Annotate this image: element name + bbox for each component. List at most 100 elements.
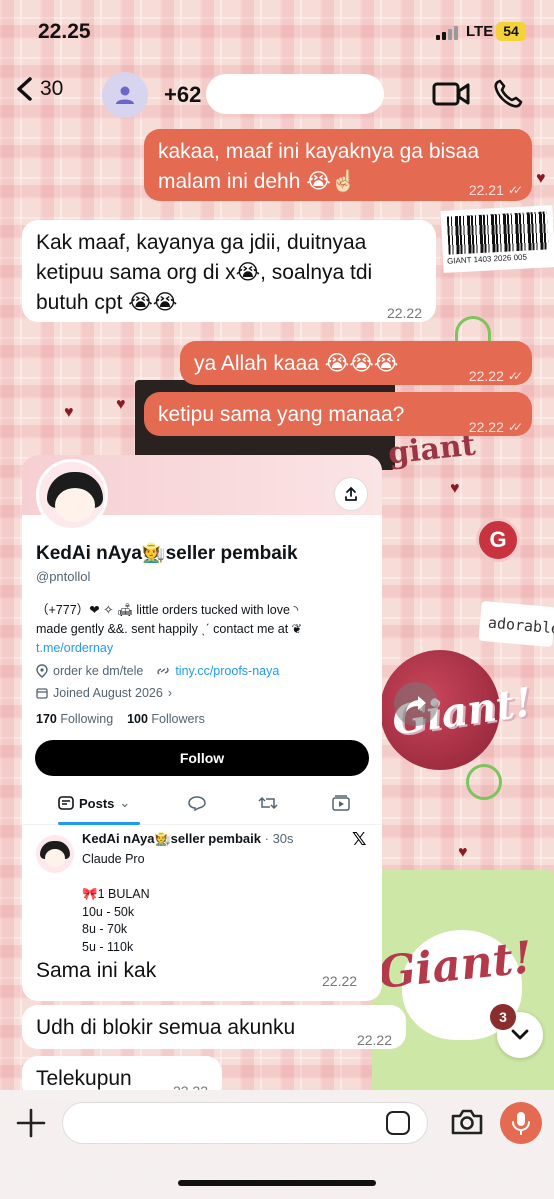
follow-button[interactable]: Follow	[35, 740, 369, 776]
contact-avatar[interactable]	[102, 72, 148, 118]
chevron-down-icon	[511, 1029, 529, 1040]
network-type: LTE	[466, 23, 494, 40]
chat-header: 30 +62	[0, 64, 554, 126]
chevron-right-icon: ›	[167, 686, 172, 700]
voice-record-button[interactable]	[500, 1102, 542, 1144]
heart-icon: ♥	[450, 480, 460, 497]
avatar-face	[55, 488, 95, 522]
post-line: Claude Pro	[82, 852, 145, 866]
message-bubble-outgoing[interactable]: ketipu sama yang manaa? 22.22 ✓✓	[144, 392, 532, 436]
share-button[interactable]	[334, 477, 368, 511]
double-check-icon: ✓✓	[507, 369, 523, 383]
message-text: kakaa, maaf ini kayaknya ga bisaa	[158, 140, 480, 163]
location-pin-icon	[36, 664, 48, 678]
profile-location: order ke dm/tele	[53, 664, 144, 678]
camera-icon	[451, 1109, 483, 1135]
profile-stats: 170 Following 100 Followers	[36, 712, 205, 726]
tab-media[interactable]	[332, 795, 350, 811]
message-time: 22.22	[468, 419, 504, 435]
compose-bar	[0, 1090, 554, 1199]
tab-posts[interactable]: Posts ⌄	[58, 795, 130, 811]
message-bubble-incoming[interactable]: Udh di blokir semua akunku 22.22	[22, 1005, 406, 1049]
message-time: 22.21	[468, 182, 504, 198]
smiley-icon	[466, 764, 502, 800]
sticker-icon[interactable]	[386, 1111, 410, 1135]
barcode-text: GIANT 1403 2026 005	[446, 252, 528, 266]
message-input[interactable]	[62, 1102, 428, 1144]
post-body: Claude Pro 🎀1 BULAN 10u - 50k 8u - 70k 5…	[82, 851, 150, 956]
profile-meta-row: order ke dm/tele tiny.cc/proofs-naya	[36, 664, 279, 678]
heart-icon: ♥	[116, 396, 126, 413]
forward-arrow-icon	[406, 696, 426, 712]
wallpaper-adorable-sticker: adorable	[478, 600, 554, 648]
person-icon	[116, 86, 134, 104]
back-button[interactable]: 30	[14, 76, 63, 102]
share-icon	[345, 487, 357, 501]
profile-avatar	[36, 459, 108, 531]
profile-tabs: Posts ⌄	[22, 785, 382, 825]
battery-icon: 54	[496, 22, 526, 41]
post-author: KedAi nAya🧑‍🌾seller pembaik	[82, 831, 261, 846]
post-age: · 30s	[264, 831, 294, 846]
tab-reposts[interactable]	[258, 795, 278, 811]
tab-replies[interactable]	[188, 795, 206, 811]
video-call-button[interactable]	[432, 80, 470, 113]
post-line: 8u - 70k	[82, 922, 128, 936]
message-time: 22.22	[386, 305, 422, 321]
message-text: ketipuu sama org di x😭, soalnya tdi	[36, 261, 373, 284]
bio-link[interactable]: t.me/ordernay	[36, 639, 372, 658]
heart-icon: ♥	[64, 404, 74, 421]
message-bubble-incoming[interactable]: Kak maaf, kayanya ga jdii, duitnyaa keti…	[22, 220, 436, 322]
heart-icon: ♥	[536, 170, 546, 187]
bio-line: made gently &&. sent happily ˎˊ contact …	[36, 622, 303, 636]
post-line: 5u - 110k	[82, 939, 134, 954]
wallpaper-g-badge: G	[476, 518, 520, 562]
image-caption: Sama ini kak	[36, 959, 157, 982]
redacted-scribble	[206, 74, 384, 114]
post-author-avatar	[36, 835, 74, 873]
tab-posts-label: Posts	[79, 795, 115, 811]
image-message-tweet-screenshot[interactable]: KedAi nAya🧑‍🌾seller pembaik @pntollol （+…	[22, 455, 382, 1001]
repost-icon	[258, 796, 278, 810]
profile-website[interactable]: tiny.cc/proofs-naya	[175, 664, 279, 678]
message-meta: 22.22	[357, 1025, 392, 1055]
status-time: 22.25	[38, 20, 91, 43]
post-header: KedAi nAya🧑‍🌾seller pembaik · 30s	[82, 831, 294, 847]
followers-count: 100	[127, 712, 148, 726]
message-meta: 22.22	[387, 298, 422, 328]
followers-label: Followers	[151, 712, 205, 726]
profile-handle: @pntollol	[36, 569, 91, 584]
chevron-down-icon: ⌄	[119, 795, 131, 810]
message-bubble-outgoing[interactable]: ya Allah kaaa 😭😭😭 22.22 ✓✓	[180, 341, 532, 385]
profile-joined-row: Joined August 2026 ›	[36, 686, 172, 700]
double-check-icon: ✓✓	[507, 420, 523, 434]
message-text: butuh cpt 😭😭	[36, 291, 178, 314]
video-camera-icon	[432, 82, 470, 106]
status-bar: 22.25 LTE 54	[0, 0, 554, 64]
post-line	[82, 869, 150, 887]
phone-icon	[494, 79, 523, 108]
profile-bio: （+777）❤︎ ✧ 🛋 little orders tucked with l…	[36, 601, 372, 658]
message-text: ketipu sama yang manaa?	[158, 403, 405, 426]
posts-icon	[58, 796, 74, 810]
wallpaper-barcode-sticker: GIANT 1403 2026 005	[440, 205, 554, 273]
message-time: 22.22	[468, 368, 504, 384]
attach-button[interactable]	[16, 1108, 46, 1142]
message-text: malam ini dehh 😭☝🏻	[158, 170, 357, 193]
contact-name[interactable]: +62	[164, 82, 201, 108]
following-label: Following	[60, 712, 114, 726]
message-meta: 22.22 ✓✓	[468, 361, 523, 391]
profile-joined: Joined August 2026	[53, 686, 163, 700]
message-meta: 22.22 ✓✓	[468, 412, 523, 442]
barcode-bars	[446, 211, 549, 255]
bio-line: （+777）❤︎ ✧ 🛋 little orders tucked with l…	[36, 603, 299, 617]
forward-share-button[interactable]	[394, 682, 438, 726]
camera-button[interactable]	[450, 1108, 484, 1141]
reply-icon	[188, 796, 206, 811]
message-text: Udh di blokir semua akunku	[36, 1016, 296, 1039]
media-icon	[332, 795, 350, 811]
active-tab-indicator	[58, 822, 140, 825]
voice-call-button[interactable]	[492, 78, 524, 115]
profile-display-name: KedAi nAya🧑‍🌾seller pembaik	[36, 543, 298, 564]
message-bubble-outgoing[interactable]: kakaa, maaf ini kayaknya ga bisaa malam …	[144, 129, 532, 201]
